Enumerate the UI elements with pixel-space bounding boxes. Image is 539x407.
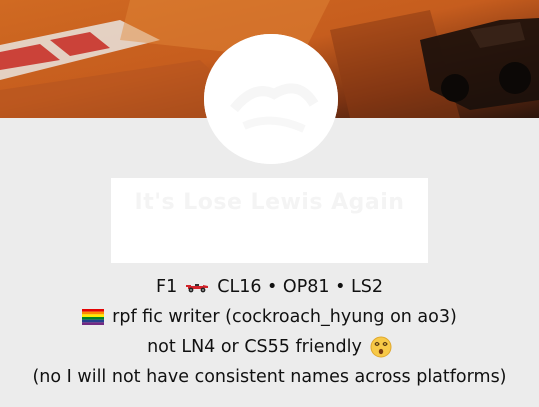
bio-line-3-text: not LN4 or CS55 friendly [147, 337, 362, 357]
blog-description: F1 CL16 • OP81 • LS2 rpf fic writer (coc… [0, 272, 539, 392]
dizzy-face-icon [370, 336, 392, 358]
blog-avatar[interactable] [204, 34, 338, 164]
race-car-icon [185, 281, 209, 293]
rainbow-flag-icon [82, 309, 105, 325]
bio-line-1-part-1: F1 [156, 277, 178, 297]
blog-header-page: It's Lose Lewis Again F1 CL16 • OP81 • L… [0, 0, 539, 407]
bio-line-1: F1 CL16 • OP81 • LS2 [0, 272, 539, 302]
bio-line-4-text: (no I will not have consistent names acr… [32, 367, 507, 387]
avatar-image [204, 34, 338, 164]
bio-line-1-part-2: CL16 • OP81 • LS2 [217, 277, 383, 297]
bio-line-2-text: rpf fic writer (cockroach_hyung on ao3) [112, 307, 457, 327]
bio-line-4: (no I will not have consistent names acr… [0, 362, 539, 392]
bio-line-3: not LN4 or CS55 friendly [0, 332, 539, 362]
blog-title: It's Lose Lewis Again [134, 190, 405, 215]
bio-line-2: rpf fic writer (cockroach_hyung on ao3) [0, 302, 539, 332]
blog-title-box[interactable]: It's Lose Lewis Again [111, 178, 428, 263]
